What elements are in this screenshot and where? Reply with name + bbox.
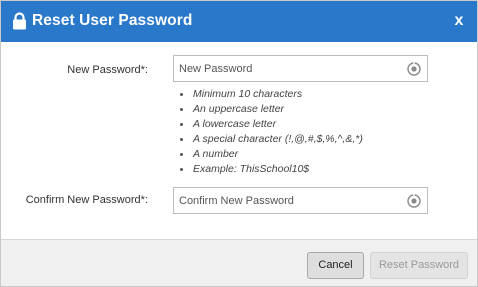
requirement-item: A lowercase letter — [180, 117, 363, 132]
dialog-header: Reset User Password x — [1, 1, 477, 42]
eye-icon[interactable] — [407, 194, 421, 208]
new-password-input[interactable] — [174, 56, 399, 81]
cancel-button[interactable]: Cancel — [307, 252, 364, 279]
reset-password-dialog: Reset User Password x New Password*: Min… — [0, 0, 478, 287]
requirement-item: An uppercase letter — [180, 102, 363, 117]
requirement-item: A number — [180, 147, 363, 162]
new-password-field[interactable] — [173, 55, 428, 82]
dialog-footer: Cancel Reset Password — [1, 239, 477, 286]
requirement-item: Minimum 10 characters — [180, 87, 363, 102]
reset-password-button[interactable]: Reset Password — [370, 252, 468, 279]
eye-icon[interactable] — [407, 62, 421, 76]
confirm-password-field[interactable] — [173, 187, 428, 214]
new-password-label: New Password*: — [67, 64, 148, 76]
lock-icon — [13, 12, 26, 30]
confirm-password-label: Confirm New Password*: — [25, 194, 148, 206]
password-requirements-list: Minimum 10 characters An uppercase lette… — [180, 87, 363, 177]
requirement-example: Example: ThisSchool10$ — [180, 162, 363, 177]
close-icon[interactable]: x — [451, 11, 467, 31]
confirm-password-input[interactable] — [174, 188, 399, 213]
dialog-title: Reset User Password — [32, 12, 193, 29]
requirement-item: A special character (!,@,#,$,%,^,&,*) — [180, 132, 363, 147]
